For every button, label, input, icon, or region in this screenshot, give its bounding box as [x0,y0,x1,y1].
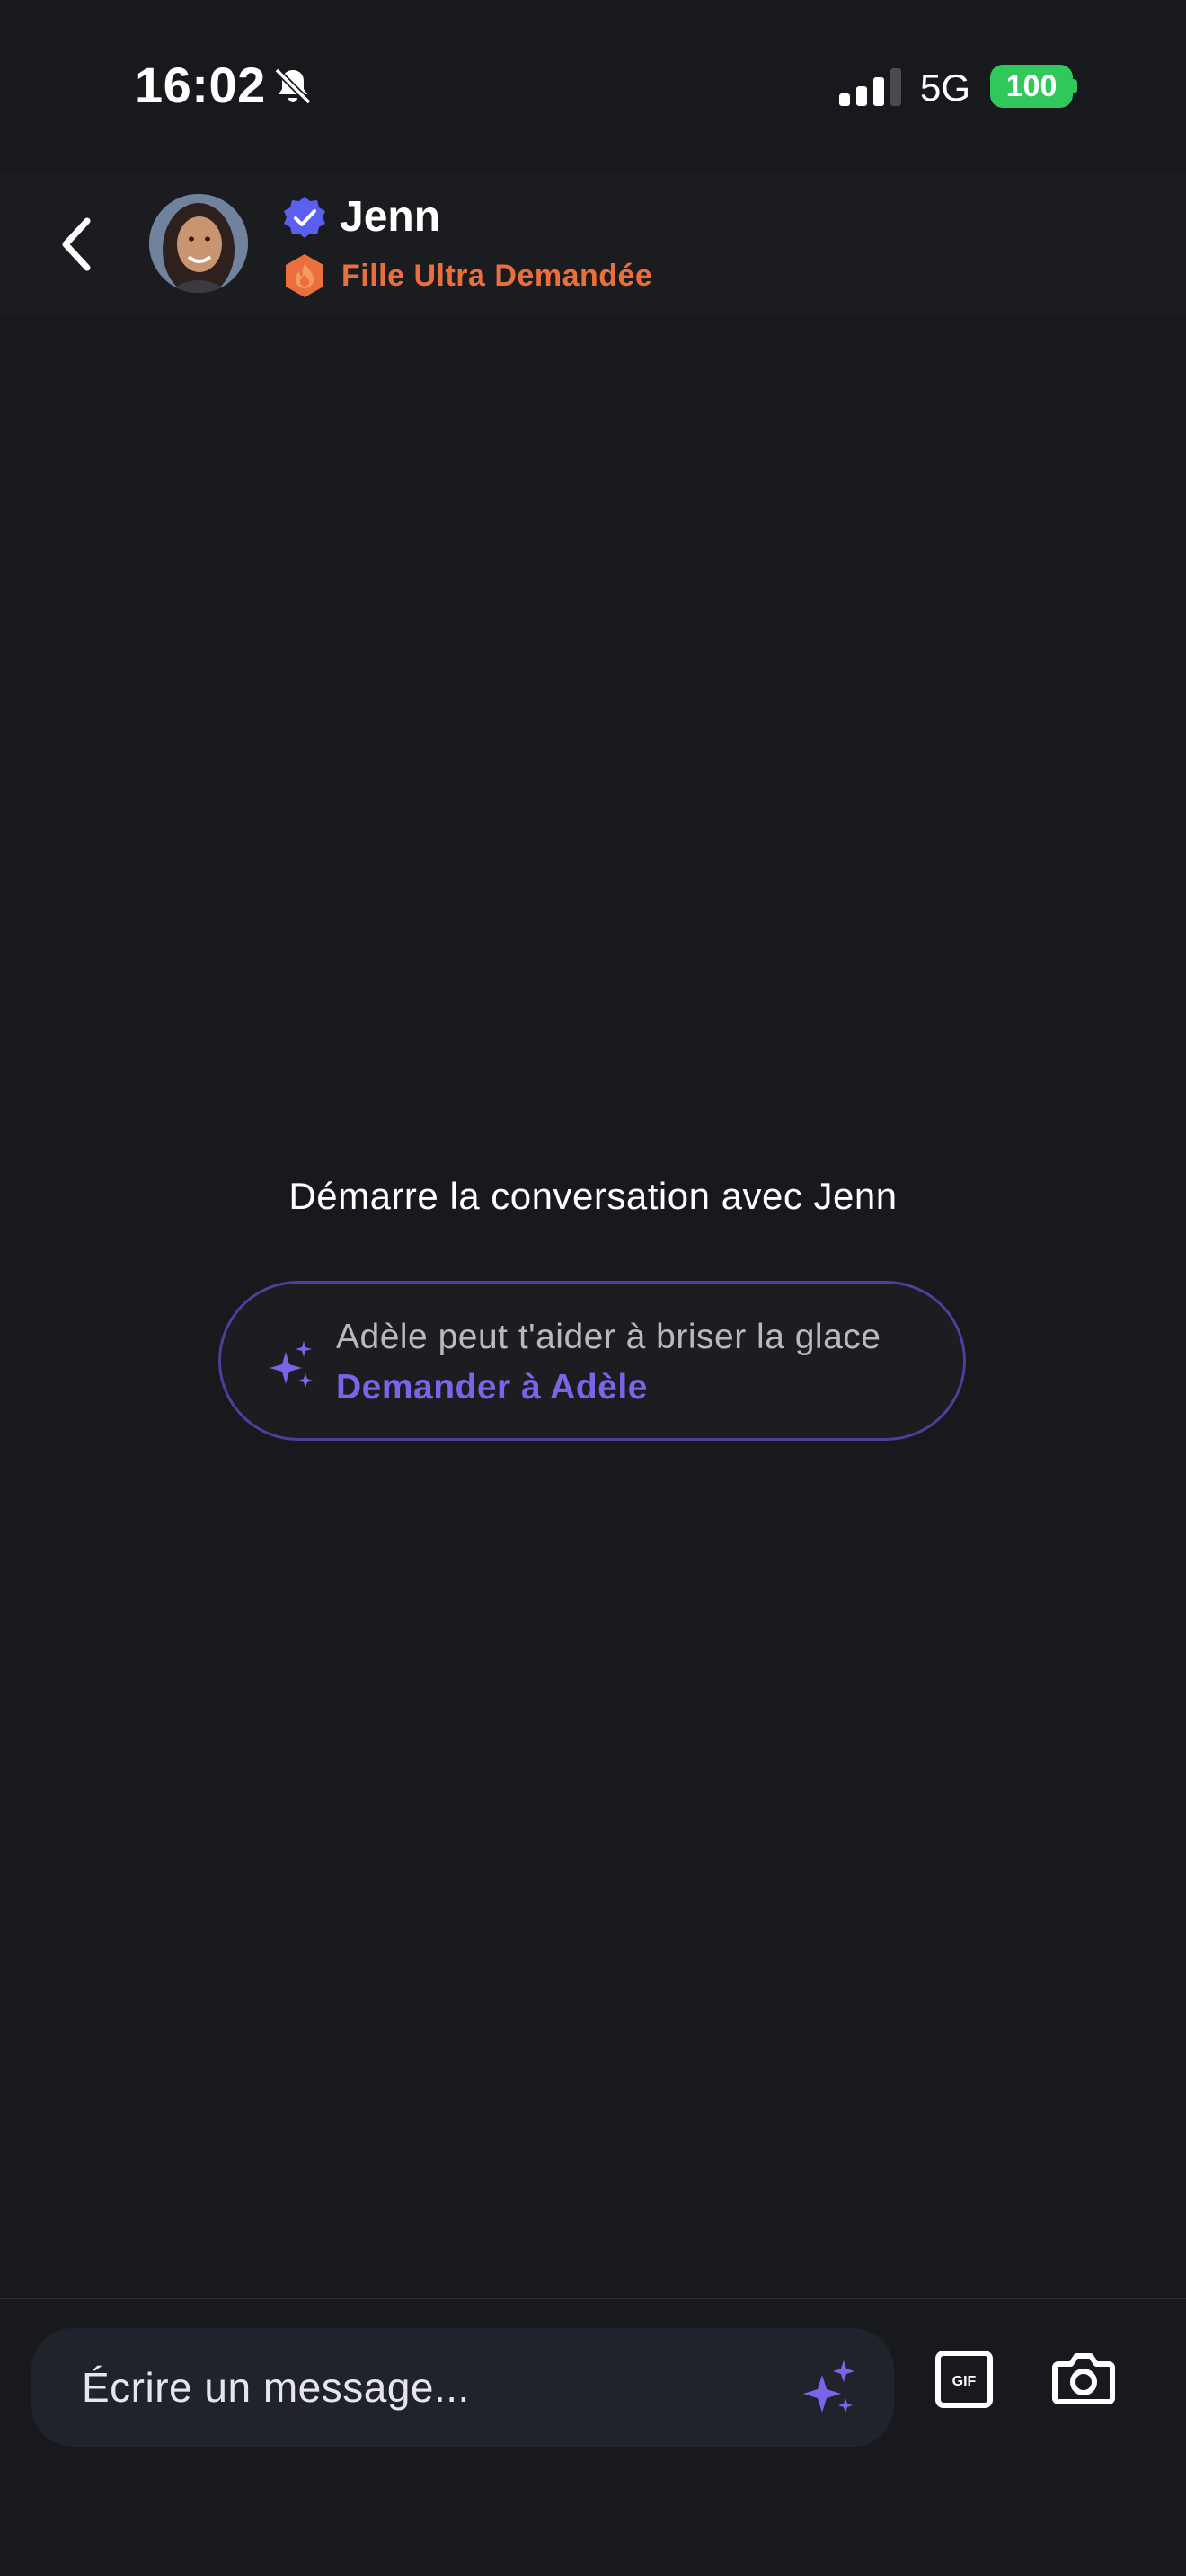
gif-icon[interactable]: GIF [934,2350,994,2409]
verified-badge-icon [284,197,325,238]
ai-sparkles-icon[interactable] [801,2359,858,2416]
status-bar: 16:02 5G 100 [0,0,1186,171]
message-input[interactable] [82,2328,801,2447]
status-time: 16:02 [135,57,266,113]
ask-adele-link[interactable]: Demander à Adèle [336,1368,648,1407]
avatar-photo [149,194,248,293]
gif-label: GIF [952,2374,977,2389]
avatar[interactable] [149,194,248,293]
icebreaker-card[interactable]: Adèle peut t'aider à briser la glace Dem… [218,1281,966,1441]
icebreaker-text: Adèle peut t'aider à briser la glace [336,1318,881,1356]
battery-cap [1072,79,1077,93]
battery-indicator: 100 [990,65,1073,108]
chat-screen: 16:02 5G 100 Jenn Fille Ultra Demandée D… [0,0,1186,2576]
back-button[interactable] [45,208,108,280]
camera-icon[interactable] [1051,2348,1116,2407]
empty-conversation-title: Démarre la conversation avec Jenn [288,1175,898,1217]
battery-level: 100 [1005,68,1058,103]
bell-slash-icon [274,67,312,105]
signal-bars-icon [839,68,901,106]
flame-hexagon-icon [286,254,323,297]
sparkles-icon [270,1341,313,1388]
chat-header: Jenn Fille Ultra Demandée [0,171,1186,316]
network-type: 5G [920,66,971,109]
message-composer: GIF [0,2298,1186,2576]
contact-name[interactable]: Jenn [340,192,440,242]
chevron-left-icon [62,217,91,271]
message-input-container[interactable] [31,2328,894,2447]
contact-status-title: Fille Ultra Demandée [341,259,653,293]
